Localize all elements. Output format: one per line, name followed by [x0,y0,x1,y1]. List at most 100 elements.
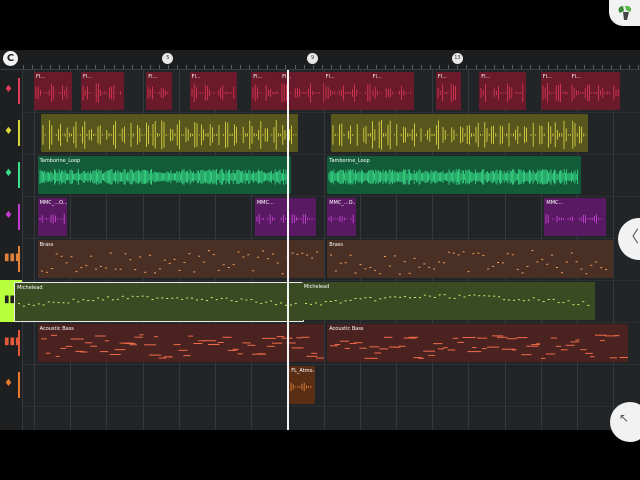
ruler-tick [556,65,558,69]
ruler-tick [538,65,540,69]
bar-gridline [34,70,35,430]
audio-clip[interactable]: FL_Atmo... [289,366,315,404]
ruler-tick [529,65,531,69]
ruler-tick [294,65,296,69]
chevron-left-icon: 〈 [623,227,640,246]
ruler-tick [357,65,359,69]
pattern-clip[interactable]: Acoustic Bass [327,324,628,362]
fl-studio-logo-button[interactable] [609,0,640,26]
ruler-tick [86,65,88,69]
track-tambourine-header[interactable]: ♦ [0,154,22,196]
audio-clip[interactable]: Fl... [189,72,237,110]
note-preview [18,295,297,307]
ruler-tick [321,65,323,69]
clip-label: Acoustic Bass [329,326,364,332]
note-preview [40,250,318,275]
audio-clip[interactable]: Tamborine_Loop [37,156,291,194]
clip-label: MMC... [546,200,564,206]
audio-clip[interactable]: Tamborine_Loop [327,156,581,194]
audio-clip[interactable]: Fl... [540,72,570,110]
pattern-clip[interactable]: Brass [327,240,614,278]
ruler-tick [584,65,586,69]
track-color-indicator [18,204,20,230]
clip-label: MMC_...O... [329,200,357,206]
ruler-tick [303,65,305,69]
clip-label: Fl... [372,74,382,80]
pattern-clip[interactable]: Michelead [14,282,304,322]
pattern-clip[interactable]: Michelead [301,282,596,320]
clip-label: Fl... [481,74,491,80]
ruler-tick [222,65,224,69]
ruler-tick [421,65,423,69]
playlist-row[interactable] [23,406,640,430]
clip-label: Fl... [36,74,46,80]
playlist-grid[interactable]: Fl... Fl... Fl... Fl... Fl... Fl... Fl... Fl...… [14,70,640,430]
ruler-tick [32,65,34,69]
ruler-tick [231,65,233,69]
ruler-tick [375,65,377,69]
clip-label: Tamborine_Loop [329,158,370,164]
audio-clip[interactable]: Fl... [479,72,527,110]
clip-label: Fl... [83,74,93,80]
ruler-tick [575,65,577,69]
clip-label: Michelead [17,285,43,291]
ruler-tick [638,65,640,69]
ruler-tick [547,65,549,69]
audio-clip[interactable]: Fl... [34,72,72,110]
track-brass-header[interactable]: ▮▮▮ [0,238,22,280]
audio-clip[interactable]: Fl... [81,72,125,110]
ruler-tick [50,65,52,69]
ruler-tick [68,65,70,69]
track-fl-atmo-header[interactable]: ♦ [0,364,22,406]
timeline-ruler[interactable]: C 5 9 13 [0,50,640,70]
audio-clip[interactable]: MMC_...O... [37,198,67,236]
ruler-tick [77,65,79,69]
magnet-snap-button[interactable]: C [3,51,18,66]
ruler-tick [330,65,332,69]
clip-label: Acoustic Bass [39,326,74,332]
ruler-tick [167,65,169,69]
fullscreen-button[interactable]: ↖ [610,402,640,442]
audio-clip[interactable]: Fl... [251,72,281,110]
playhead[interactable] [287,70,290,430]
ruler-tick [176,65,178,69]
track-hihat-header[interactable]: ♦ [0,70,22,112]
bar-gridline [323,70,325,430]
track-acoustic-bass-header[interactable]: ▮▮▮ [0,322,22,364]
pattern-clip[interactable]: Brass [37,240,324,278]
ruler-tick [249,65,251,69]
ruler-tick [602,65,604,69]
ruler-tick [41,65,43,69]
audio-clip[interactable]: Fl... [146,72,172,110]
audio-clip[interactable]: MMC... [254,198,317,236]
drum-icon: ♦ [4,210,13,221]
bar-marker[interactable]: 5 [162,53,174,64]
audio-clip[interactable] [330,114,588,152]
bar-marker[interactable]: 13 [451,53,463,64]
track-color-indicator [18,246,20,272]
audio-clip[interactable]: Fl... [569,72,621,110]
ruler-tick [348,65,350,69]
ruler-tick [312,65,314,69]
ruler-tick [520,65,522,69]
audio-clip[interactable]: Fl... [323,72,373,110]
track-shaker-header[interactable]: ♦ [0,112,22,154]
note-preview [304,294,590,306]
audio-clip[interactable] [41,114,299,152]
audio-clip[interactable]: MMC... [544,198,606,236]
note-preview [330,334,628,359]
ruler-tick [403,65,405,69]
audio-clip[interactable]: MMC_...O... [327,198,357,236]
ruler-tick [276,65,278,69]
audio-clip[interactable]: Fl... [435,72,462,110]
playlist-row[interactable] [23,364,640,407]
audio-clip[interactable]: Fl... [370,72,415,110]
clip-label: Fl... [253,74,263,80]
ruler-tick [185,65,187,69]
pattern-clip[interactable]: Acoustic Bass [37,324,324,362]
track-mmc-header[interactable]: ♦ [0,196,22,238]
track-color-indicator [18,120,20,146]
magnet-snap-icon: C [6,53,15,64]
bar-marker[interactable]: 9 [307,53,319,64]
ruler-tick [366,65,368,69]
